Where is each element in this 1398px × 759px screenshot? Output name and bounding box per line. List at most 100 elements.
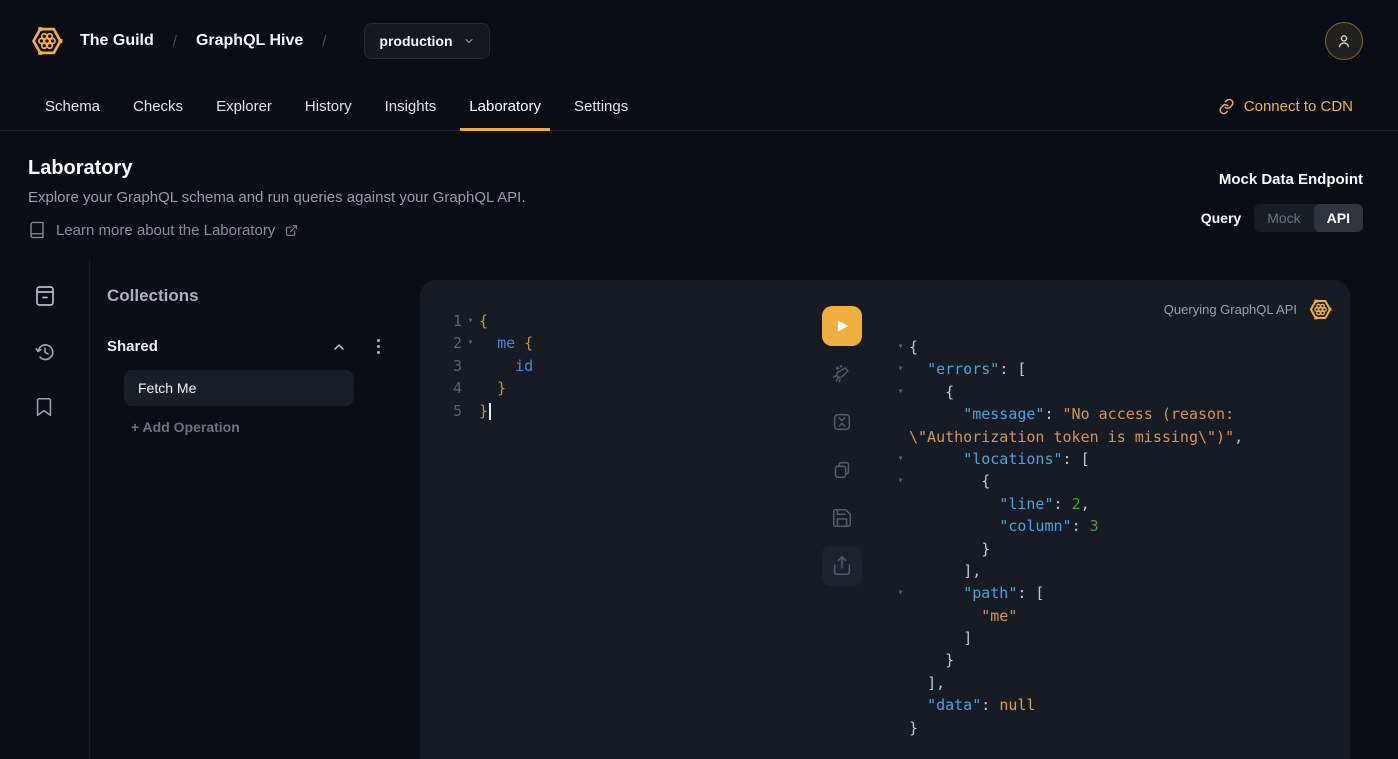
main-nav: Schema Checks Explorer History Insights … [0, 82, 1398, 131]
play-icon [834, 318, 850, 334]
fold-spacer [892, 426, 909, 448]
tab-insights[interactable]: Insights [385, 82, 437, 130]
text-cursor [489, 403, 491, 420]
learn-more-link[interactable]: Learn more about the Laboratory [28, 221, 526, 239]
code-text: "message": "No access (reason: [909, 403, 1234, 425]
fold-spacer [462, 400, 479, 422]
person-icon [1335, 32, 1353, 50]
notebook-icon [33, 284, 57, 308]
fold-spacer [892, 560, 909, 582]
code-line: } [892, 538, 1340, 560]
fold-arrow-icon[interactable]: ▾ [892, 336, 909, 358]
code-text: "me" [909, 605, 1017, 627]
graphiql-editor-pane: 1▾{2▾ me {3 id4 }5} [420, 280, 1350, 759]
fold-spacer [892, 515, 909, 537]
mock-endpoint-title: Mock Data Endpoint [1219, 171, 1363, 188]
toggle-option-mock[interactable]: Mock [1254, 204, 1313, 232]
fold-arrow-icon[interactable]: ▾ [892, 448, 909, 470]
fold-spacer [892, 694, 909, 716]
target-selector-button[interactable]: production [364, 23, 489, 59]
project-name[interactable]: GraphQL Hive [196, 32, 303, 50]
merge-fragments-button[interactable] [822, 402, 862, 442]
tab-history[interactable]: History [305, 82, 352, 130]
fold-spacer [462, 377, 479, 399]
collection-group-name: Shared [107, 338, 331, 355]
code-text: "path": [ [909, 582, 1044, 604]
fold-arrow-icon[interactable]: ▾ [892, 582, 909, 604]
merge-icon [831, 411, 853, 433]
fold-arrow-icon[interactable]: ▾ [462, 332, 479, 354]
fold-arrow-icon[interactable]: ▾ [892, 470, 909, 492]
code-text: me { [479, 332, 533, 354]
chevron-up-icon[interactable] [331, 339, 347, 355]
breadcrumb-separator: / [173, 33, 177, 50]
code-text: "data": null [909, 694, 1035, 716]
collections-plugin-button[interactable] [33, 284, 57, 308]
fold-spacer [892, 649, 909, 671]
copy-query-button[interactable] [822, 450, 862, 490]
prettify-icon [831, 363, 853, 385]
page-description: Explore your GraphQL schema and run quer… [28, 189, 526, 206]
endpoint-toggle: Mock API [1254, 204, 1363, 232]
code-line: ▾ { [892, 381, 1340, 403]
query-label: Query [1201, 210, 1241, 226]
code-line: ▾ "errors": [ [892, 358, 1340, 380]
history-icon [33, 340, 57, 364]
code-line: } [892, 717, 1340, 739]
code-line: "message": "No access (reason: [892, 403, 1340, 425]
history-plugin-button[interactable] [33, 340, 57, 364]
bookmark-icon [33, 396, 57, 418]
code-line: ▾{ [892, 336, 1340, 358]
hive-logo-icon [28, 22, 66, 60]
connect-cdn-link[interactable]: Connect to CDN [1218, 82, 1353, 130]
page-header: Laboratory Explore your GraphQL schema a… [0, 131, 1398, 260]
fold-spacer [892, 493, 909, 515]
code-line: \"Authorization token is missing\")", [892, 426, 1340, 448]
code-text: \"Authorization token is missing\")", [909, 426, 1243, 448]
operation-item-fetch-me[interactable]: Fetch Me [124, 370, 354, 406]
org-name[interactable]: The Guild [80, 32, 154, 50]
code-line: 2▾ me { [420, 332, 810, 354]
book-icon [28, 221, 46, 239]
code-text: } [909, 717, 918, 739]
tab-laboratory[interactable]: Laboratory [469, 82, 541, 130]
external-link-icon [285, 224, 298, 237]
code-line: ] [892, 627, 1340, 649]
fold-arrow-icon[interactable]: ▾ [462, 310, 479, 332]
line-number: 1 [420, 310, 462, 332]
code-line: ▾ "locations": [ [892, 448, 1340, 470]
main-content: Collections Shared Fetch Me + Add Operat… [0, 260, 1398, 759]
copy-icon [831, 459, 853, 481]
fold-arrow-icon[interactable]: ▾ [892, 358, 909, 380]
code-text: } [909, 649, 954, 671]
share-operation-button[interactable] [822, 546, 862, 586]
add-operation-button[interactable]: + Add Operation [131, 419, 380, 435]
fold-spacer [892, 538, 909, 560]
avatar-button[interactable] [1325, 22, 1363, 60]
tab-schema[interactable]: Schema [45, 82, 100, 130]
query-editor[interactable]: 1▾{2▾ me {3 id4 }5} [420, 280, 810, 759]
toggle-option-api[interactable]: API [1314, 204, 1363, 232]
tab-settings[interactable]: Settings [574, 82, 628, 130]
code-line: "me" [892, 605, 1340, 627]
fold-spacer [892, 605, 909, 627]
prettify-button[interactable] [822, 354, 862, 394]
code-line: ], [892, 672, 1340, 694]
kebab-menu-button[interactable] [377, 339, 380, 354]
code-text: } [479, 377, 506, 399]
code-line: "column": 3 [892, 515, 1340, 537]
bookmarks-plugin-button[interactable] [33, 396, 57, 420]
fold-arrow-icon[interactable]: ▾ [892, 381, 909, 403]
response-status-label: Querying GraphQL API [1164, 302, 1297, 317]
response-json: ▾{▾ "errors": [▾ { "message": "No access… [892, 336, 1340, 739]
code-text: "line": 2, [909, 493, 1090, 515]
save-operation-button[interactable] [822, 498, 862, 538]
execute-query-button[interactable] [822, 306, 862, 346]
tab-explorer[interactable]: Explorer [216, 82, 272, 130]
line-number: 2 [420, 332, 462, 354]
tab-checks[interactable]: Checks [133, 82, 183, 130]
save-icon [831, 507, 853, 529]
fold-spacer [892, 672, 909, 694]
collection-group-header[interactable]: Shared [107, 338, 380, 355]
fold-spacer [892, 403, 909, 425]
